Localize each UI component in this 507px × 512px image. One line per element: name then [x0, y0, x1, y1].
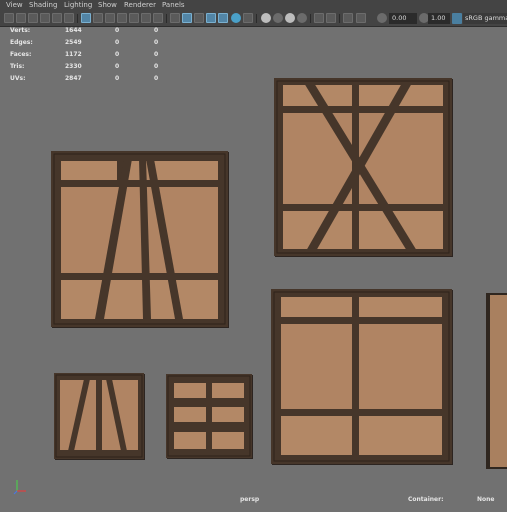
container-label: Container: — [408, 496, 444, 503]
menu-shading[interactable]: Shading — [29, 1, 57, 10]
hud-tris-selected: 0 — [115, 63, 120, 70]
select-camera-icon[interactable] — [4, 13, 14, 23]
hud-edges-value: 2549 — [65, 39, 82, 46]
gamma-icon[interactable] — [343, 13, 353, 23]
menu-show[interactable]: Show — [98, 1, 117, 10]
hud-edges-highlighted: 0 — [154, 39, 159, 46]
hud-uvs-highlighted: 0 — [154, 75, 159, 82]
hud-verts-label: Verts: — [10, 27, 31, 34]
hud-faces-selected: 0 — [115, 51, 120, 58]
hud-verts-value: 1644 — [65, 27, 82, 34]
hud-edges-selected: 0 — [115, 39, 120, 46]
hud-verts-selected: 0 — [115, 27, 120, 34]
menu-renderer[interactable]: Renderer — [124, 1, 156, 10]
timber-panel-b[interactable] — [274, 78, 452, 256]
camera-attributes-icon[interactable] — [16, 13, 26, 23]
bookmark-icon[interactable] — [28, 13, 38, 23]
safe-title-icon[interactable] — [153, 13, 163, 23]
safe-action-icon[interactable] — [141, 13, 151, 23]
color-space-dropdown[interactable]: sRGB gamma — [463, 13, 507, 24]
wireframe-icon[interactable] — [170, 13, 180, 23]
textured-icon[interactable] — [206, 13, 216, 23]
shadows-icon[interactable] — [231, 13, 241, 23]
xray-joints-icon[interactable] — [326, 13, 336, 23]
timber-panel-c[interactable] — [271, 289, 452, 464]
depth-of-field-icon[interactable] — [297, 13, 307, 23]
hud-tris-value: 2330 — [65, 63, 82, 70]
two-d-pan-icon[interactable] — [52, 13, 62, 23]
resolution-gate-icon[interactable] — [105, 13, 115, 23]
hud-verts-highlighted: 0 — [154, 27, 159, 34]
hud-faces-highlighted: 0 — [154, 51, 159, 58]
container-value: None — [477, 496, 495, 503]
hud-faces-value: 1172 — [65, 51, 82, 58]
multisample-aa-icon[interactable] — [285, 13, 295, 23]
menu-bar: View Shading Lighting Show Renderer Pane… — [0, 0, 507, 11]
field-chart-icon[interactable] — [129, 13, 139, 23]
exposure-field[interactable]: 0.00 — [389, 13, 417, 24]
viewport-toolbar: 0.00 1.00 sRGB gamma — [0, 11, 507, 27]
grid-icon[interactable] — [81, 13, 91, 23]
screen-space-ao-icon[interactable] — [261, 13, 271, 23]
color-management-icon[interactable] — [452, 13, 462, 24]
view-transform-icon[interactable] — [356, 13, 366, 23]
hud-tris-label: Tris: — [10, 63, 25, 70]
film-gate-icon[interactable] — [93, 13, 103, 23]
camera-name-label: persp — [240, 496, 260, 503]
hud-uvs-value: 2847 — [65, 75, 82, 82]
isolate-select-icon[interactable] — [314, 13, 324, 23]
hud-faces-label: Faces: — [10, 51, 32, 58]
timber-panel-f[interactable] — [486, 293, 507, 469]
use-all-lights-icon[interactable] — [218, 13, 228, 23]
hud-edges-label: Edges: — [10, 39, 33, 46]
image-plane-icon[interactable] — [40, 13, 50, 23]
menu-panels[interactable]: Panels — [162, 1, 185, 10]
timber-panel-a[interactable] — [51, 151, 228, 327]
timber-panel-d[interactable] — [54, 373, 144, 459]
wireframe-on-shaded-icon[interactable] — [194, 13, 204, 23]
gate-mask-icon[interactable] — [117, 13, 127, 23]
menu-lighting[interactable]: Lighting — [64, 1, 92, 10]
hud-uvs-label: UVs: — [10, 75, 26, 82]
xray-icon[interactable] — [243, 13, 253, 23]
gamma-field[interactable]: 1.00 — [428, 13, 450, 24]
hud-tris-highlighted: 0 — [154, 63, 159, 70]
exposure-icon[interactable] — [377, 13, 387, 23]
smooth-shade-icon[interactable] — [182, 13, 192, 23]
grease-pencil-icon[interactable] — [64, 13, 74, 23]
motion-blur-icon[interactable] — [273, 13, 283, 23]
axis-gizmo — [13, 480, 26, 495]
menu-view[interactable]: View — [6, 1, 23, 10]
hud-uvs-selected: 0 — [115, 75, 120, 82]
timber-panel-e[interactable] — [166, 374, 252, 458]
viewport[interactable]: Verts: 1644 0 0 Edges: 2549 0 0 Faces: 1… — [0, 27, 507, 512]
